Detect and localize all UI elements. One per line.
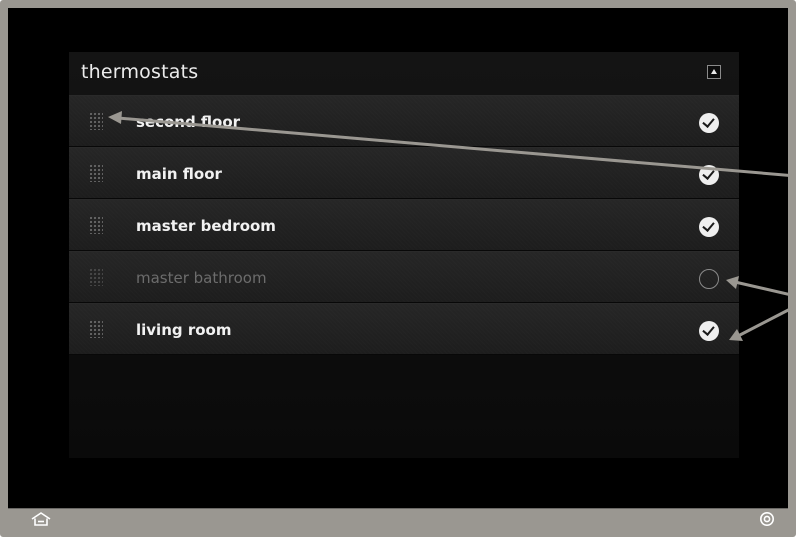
- checkmark-circle-icon[interactable]: [699, 217, 719, 237]
- thermostats-panel: thermostats second floor main floor mast…: [69, 52, 739, 458]
- device-frame: thermostats second floor main floor mast…: [0, 0, 796, 537]
- home-icon[interactable]: [30, 511, 52, 527]
- screen: thermostats second floor main floor mast…: [8, 8, 788, 508]
- panel-title: thermostats: [81, 61, 199, 83]
- collapse-button[interactable]: [707, 65, 721, 79]
- drag-handle-icon[interactable]: [89, 320, 103, 338]
- thermostat-row[interactable]: second floor: [69, 95, 739, 147]
- drag-handle-icon[interactable]: [89, 268, 103, 286]
- drag-handle-icon[interactable]: [89, 164, 103, 182]
- target-icon[interactable]: [759, 511, 775, 527]
- thermostat-label: master bathroom: [136, 269, 267, 287]
- thermostat-row[interactable]: master bedroom: [69, 199, 739, 251]
- checkmark-circle-icon[interactable]: [699, 321, 719, 341]
- empty-circle-icon[interactable]: [699, 269, 719, 289]
- thermostat-row[interactable]: master bathroom: [69, 251, 739, 303]
- thermostat-list: second floor main floor master bedroom m…: [69, 95, 739, 355]
- checkmark-circle-icon[interactable]: [699, 113, 719, 133]
- checkmark-circle-icon[interactable]: [699, 165, 719, 185]
- thermostat-label: second floor: [136, 113, 241, 131]
- thermostat-label: main floor: [136, 165, 222, 183]
- thermostat-row[interactable]: living room: [69, 303, 739, 355]
- drag-handle-icon[interactable]: [89, 216, 103, 234]
- thermostat-label: living room: [136, 321, 232, 339]
- thermostat-row[interactable]: main floor: [69, 147, 739, 199]
- thermostat-label: master bedroom: [136, 217, 276, 235]
- bottom-bar: [8, 508, 788, 529]
- drag-handle-icon[interactable]: [89, 112, 103, 130]
